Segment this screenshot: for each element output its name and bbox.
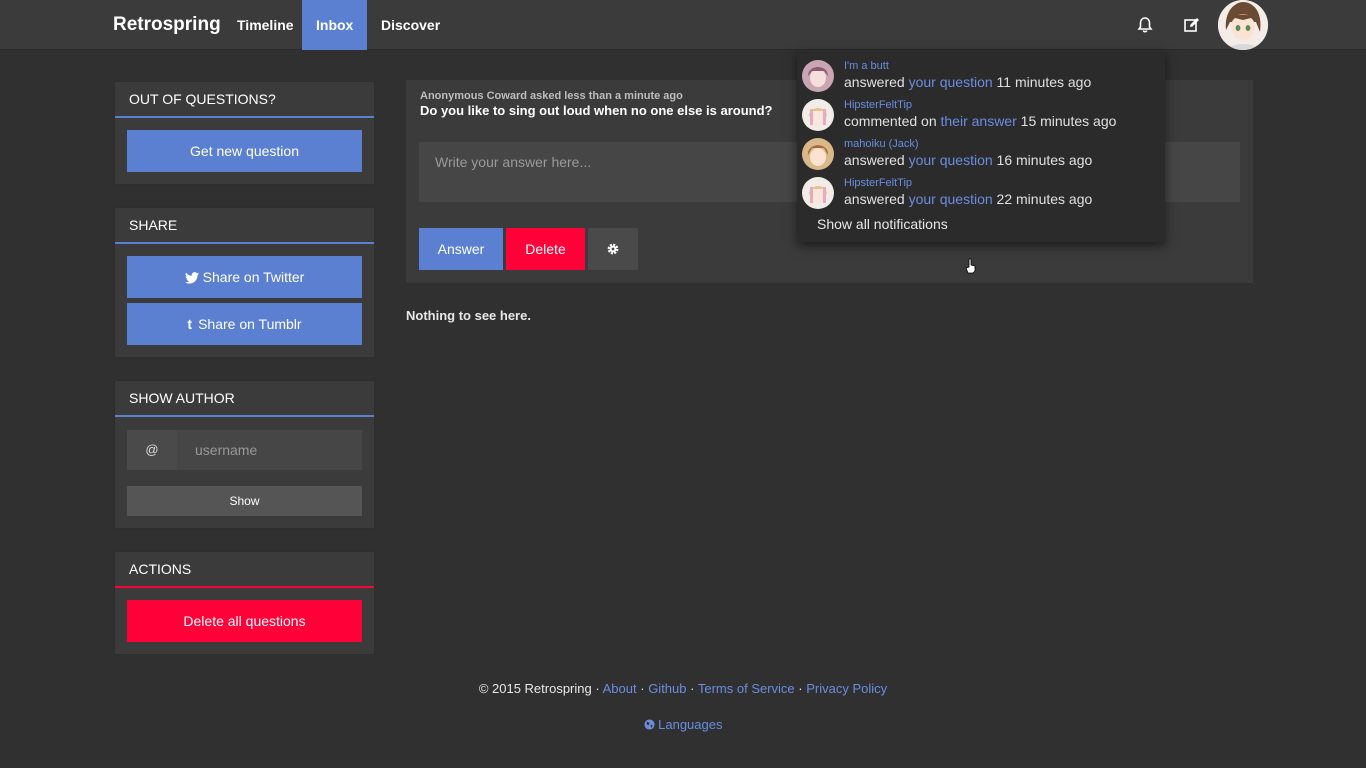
question-text: Do you like to sing out loud when no one… <box>420 103 773 118</box>
at-addon: @ <box>127 430 177 470</box>
username-input[interactable] <box>177 430 362 470</box>
panel-show-author: SHOW AUTHOR @ Show <box>114 380 375 529</box>
notification-target-link[interactable]: your question <box>909 152 993 168</box>
notification-user[interactable]: mahoiku (Jack) <box>844 138 919 150</box>
globe-icon <box>643 718 655 733</box>
notification-text: answered your question 22 minutes ago <box>844 191 1093 207</box>
share-twitter-label: Share on Twitter <box>202 269 305 285</box>
nav-inbox[interactable]: Inbox <box>302 0 368 50</box>
notification-user[interactable]: HipsterFeltTip <box>844 99 912 111</box>
footer-github-link[interactable]: Github <box>648 681 686 696</box>
bell-icon[interactable] <box>1135 15 1155 35</box>
notification-avatar <box>802 99 834 131</box>
languages-label: Languages <box>658 717 723 732</box>
notification-item[interactable]: HipsterFeltTip answered your question 22… <box>797 176 1165 215</box>
footer-terms-link[interactable]: Terms of Service <box>698 681 795 696</box>
panel-share: SHARE Share on Twitter t Share on Tumblr <box>114 207 375 358</box>
delete-all-questions-button[interactable]: Delete all questions <box>127 600 362 642</box>
answer-button[interactable]: Answer <box>419 228 503 270</box>
settings-button[interactable] <box>588 228 638 270</box>
notification-text: answered your question 11 minutes ago <box>844 74 1092 90</box>
notification-target-link[interactable]: your question <box>909 191 993 207</box>
mouse-cursor-icon <box>965 258 977 274</box>
panel-title: ACTIONS <box>115 552 374 588</box>
notification-target-link[interactable]: your question <box>909 74 993 90</box>
notification-user[interactable]: I'm a butt <box>844 60 889 72</box>
notification-avatar <box>802 60 834 92</box>
brand-logo[interactable]: Retrospring <box>113 0 221 50</box>
username-input-group: @ <box>127 430 362 470</box>
get-new-question-button[interactable]: Get new question <box>127 130 362 172</box>
empty-inbox-message: Nothing to see here. <box>406 308 531 323</box>
notification-text: answered your question 16 minutes ago <box>844 152 1093 168</box>
notifications-dropdown: I'm a butt answered your question 11 min… <box>797 50 1165 242</box>
footer-about-link[interactable]: About <box>603 681 637 696</box>
question-asker: Anonymous Coward asked less than a minut… <box>420 90 683 102</box>
share-tumblr-button[interactable]: t Share on Tumblr <box>127 303 362 345</box>
panel-title: SHARE <box>115 208 374 244</box>
share-tumblr-label: Share on Tumblr <box>198 316 302 332</box>
footer-privacy-link[interactable]: Privacy Policy <box>806 681 887 696</box>
notification-target-link[interactable]: their answer <box>941 113 1017 129</box>
show-all-notifications-link[interactable]: Show all notifications <box>817 216 948 232</box>
notification-user[interactable]: HipsterFeltTip <box>844 177 912 189</box>
notification-item[interactable]: HipsterFeltTip commented on their answer… <box>797 98 1165 137</box>
panel-title: SHOW AUTHOR <box>115 381 374 417</box>
share-twitter-button[interactable]: Share on Twitter <box>127 256 362 298</box>
show-author-button[interactable]: Show <box>127 486 362 516</box>
nav-discover[interactable]: Discover <box>367 0 454 50</box>
panel-actions: ACTIONS Delete all questions <box>114 551 375 655</box>
compose-icon[interactable] <box>1182 15 1202 35</box>
user-avatar[interactable] <box>1218 0 1268 50</box>
tumblr-icon: t <box>187 316 193 332</box>
panel-title: OUT OF QUESTIONS? <box>115 82 374 118</box>
footer-copyright: © 2015 Retrospring <box>478 681 592 696</box>
delete-button[interactable]: Delete <box>506 228 585 270</box>
notification-item[interactable]: mahoiku (Jack) answered your question 16… <box>797 137 1165 176</box>
notification-avatar <box>802 138 834 170</box>
twitter-icon <box>184 258 199 300</box>
notification-text: commented on their answer 15 minutes ago <box>844 113 1117 129</box>
languages-link[interactable]: Languages <box>0 717 1366 733</box>
panel-out-of-questions: OUT OF QUESTIONS? Get new question <box>114 81 375 185</box>
gear-icon <box>606 242 620 261</box>
footer: © 2015 Retrospring · About · Github · Te… <box>478 681 888 696</box>
notification-item[interactable]: I'm a butt answered your question 11 min… <box>797 59 1165 98</box>
navbar: Retrospring Timeline Inbox Discover <box>0 0 1366 50</box>
notification-avatar <box>802 177 834 209</box>
nav-timeline[interactable]: Timeline <box>223 0 308 50</box>
